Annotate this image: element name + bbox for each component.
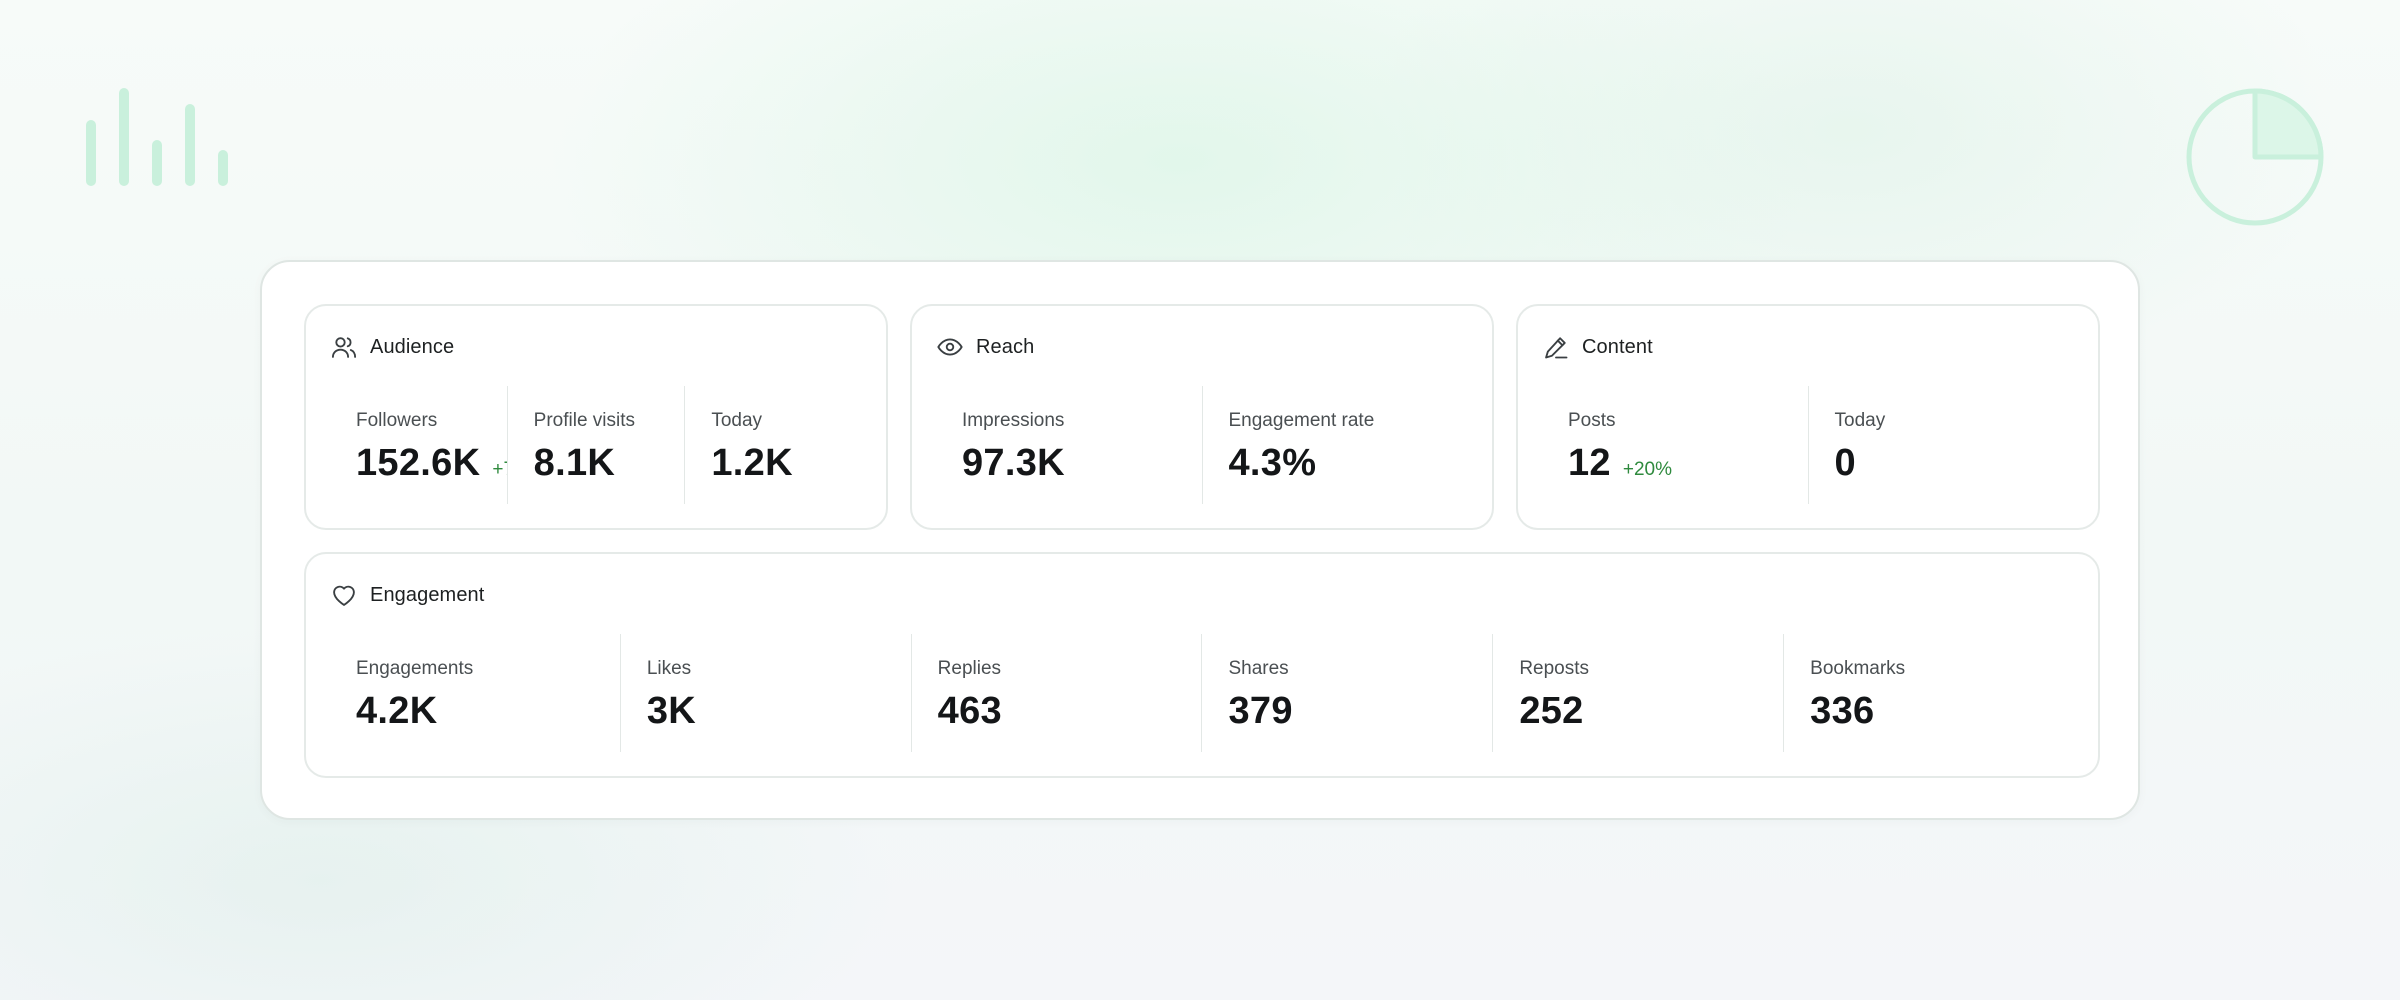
audience-metrics: Followers 152.6K +7 Profile visits 8.1K … [330, 386, 862, 504]
metric-delta: +7 [492, 459, 506, 480]
metric-delta: +20% [1622, 459, 1672, 480]
pie-chart-icon [2186, 88, 2324, 226]
metric-value: 1.2K [711, 442, 793, 484]
metric-label: Likes [646, 658, 692, 679]
metric-value: 12 [1568, 442, 1611, 484]
metric-value: 3K [646, 690, 697, 732]
metric-row: 3K [647, 690, 911, 733]
metric-label: Impressions [962, 410, 1065, 431]
content-metrics: Posts 12 +20% Today 0 [1542, 386, 2074, 504]
metric-value: 152.6K [356, 442, 481, 484]
audience-card: Audience Followers 152.6K +7 Profile vis… [304, 304, 888, 530]
metric-audience-today: Today 1.2K [684, 386, 862, 504]
pencil-icon [1545, 337, 1568, 359]
metric-label: Shares [1228, 658, 1289, 679]
metric-row: 12 +20% [1568, 442, 1808, 485]
metric-value: 463 [937, 690, 1002, 732]
content-header: Content [1542, 332, 1653, 362]
users-icon [331, 337, 357, 358]
metric-label: Today [711, 410, 763, 431]
metric-replies: Replies 463 [910, 634, 1202, 752]
engagement-header: Engagement [330, 580, 484, 610]
metric-label: Engagement rate [1228, 410, 1375, 431]
metric-value: 0 [1834, 442, 1856, 484]
metric-posts: Posts 12 +20% [1542, 386, 1808, 504]
metric-row: 0 [1835, 442, 2075, 485]
metric-value: 336 [1810, 690, 1875, 732]
metric-profile-visits: Profile visits 8.1K [506, 386, 685, 504]
metric-value: 379 [1228, 690, 1293, 732]
metric-label: Engagements [356, 658, 474, 679]
heart-icon [333, 585, 355, 606]
metric-followers: Followers 152.6K +7 [330, 386, 507, 504]
audience-title: Audience [370, 335, 455, 358]
reach-card: Reach Impressions 97.3K Engagement rate … [910, 304, 1494, 530]
eye-icon [937, 338, 963, 356]
metric-reposts: Reposts 252 [1492, 634, 1783, 752]
metric-label: Reposts [1519, 658, 1590, 679]
metric-row: 97.3K [962, 442, 1202, 485]
content-card: Content Posts 12 +20% Today 0 [1516, 304, 2100, 530]
metric-label: Today [1834, 410, 1886, 431]
metric-row: 379 [1228, 690, 1492, 733]
content-title: Content [1582, 335, 1653, 358]
metric-value: 4.3% [1228, 442, 1317, 484]
metric-content-today: Today 0 [1807, 386, 2075, 504]
metric-row: 8.1K [534, 442, 685, 485]
metric-bookmarks: Bookmarks 336 [1783, 634, 2074, 752]
metric-value: 4.2K [356, 690, 438, 732]
metric-shares: Shares 379 [1201, 634, 1492, 752]
metric-row: 1.2K [711, 442, 862, 485]
metric-row: 336 [1810, 690, 2074, 733]
metric-label: Profile visits [533, 410, 636, 431]
metric-row: 252 [1519, 690, 1783, 733]
metric-label: Followers [356, 410, 438, 431]
metric-row: 152.6K +7 [356, 442, 507, 485]
audience-header: Audience [330, 332, 454, 362]
reach-title: Reach [976, 335, 1035, 358]
stats-panel: Audience Followers 152.6K +7 Profile vis… [260, 260, 2140, 820]
engagement-metrics: Engagements 4.2K Likes 3K Replies 463 Sh… [330, 634, 2074, 752]
metric-value: 8.1K [533, 442, 616, 484]
bar-chart-icon [86, 88, 228, 186]
metric-row: 4.3% [1229, 442, 1469, 485]
reach-metrics: Impressions 97.3K Engagement rate 4.3% [936, 386, 1468, 504]
engagement-card: Engagement Engagements 4.2K Likes 3K Rep… [304, 552, 2100, 778]
metric-value: 252 [1519, 690, 1584, 732]
metric-engagement-rate: Engagement rate 4.3% [1201, 386, 1469, 504]
reach-header: Reach [936, 332, 1034, 362]
metric-impressions: Impressions 97.3K [936, 386, 1202, 504]
engagement-title: Engagement [370, 583, 485, 606]
metric-label: Posts [1568, 410, 1616, 431]
metric-engagements: Engagements 4.2K [330, 634, 620, 752]
metric-likes: Likes 3K [619, 634, 911, 752]
metric-label: Replies [937, 658, 1002, 679]
metric-label: Bookmarks [1810, 658, 1906, 679]
metric-row: 4.2K [356, 690, 620, 733]
metric-row: 463 [938, 690, 1202, 733]
metric-value: 97.3K [962, 442, 1065, 484]
